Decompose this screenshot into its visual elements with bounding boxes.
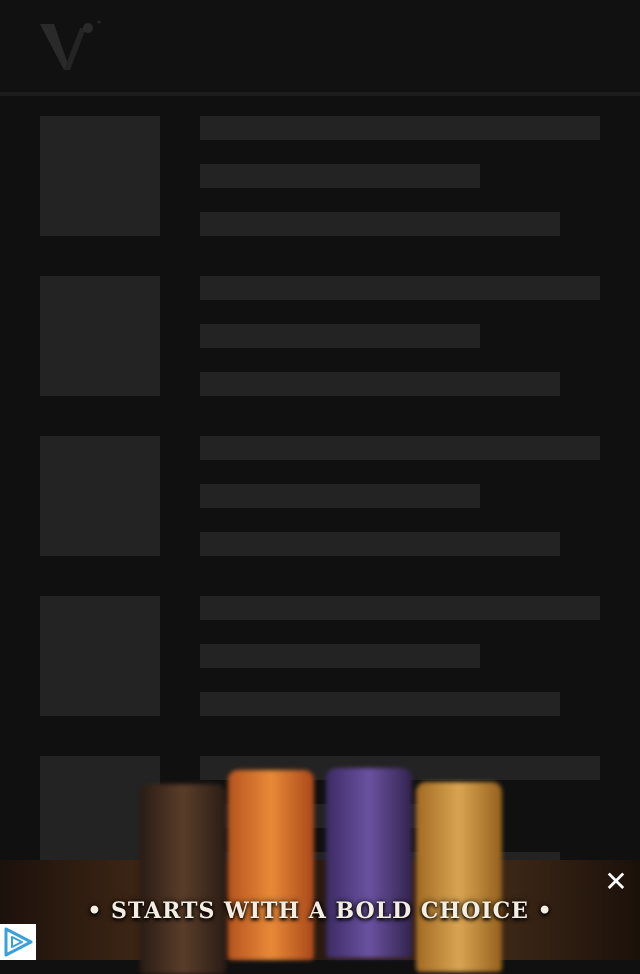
skeleton-line bbox=[200, 164, 480, 188]
v-logo-icon[interactable] bbox=[38, 18, 104, 74]
skeleton-line bbox=[200, 324, 480, 348]
ad-product-image[interactable] bbox=[140, 768, 510, 974]
ad-can-dark bbox=[140, 784, 226, 974]
skeleton-line bbox=[200, 596, 600, 620]
ad-can-purple bbox=[326, 768, 412, 958]
skeleton-line bbox=[200, 212, 560, 236]
header-divider bbox=[0, 92, 640, 96]
skeleton-line bbox=[200, 644, 480, 668]
app-header bbox=[0, 0, 640, 92]
banner-ad[interactable]: • STARTS WITH A BOLD CHOICE • ✕ bbox=[0, 768, 640, 974]
adchoices-play-icon[interactable] bbox=[0, 924, 36, 960]
skeleton-line bbox=[200, 372, 560, 396]
skeleton-line bbox=[200, 276, 600, 300]
skeleton-row bbox=[40, 276, 600, 396]
close-icon[interactable]: ✕ bbox=[604, 868, 628, 896]
skeleton-line bbox=[200, 532, 560, 556]
skeleton-row bbox=[40, 116, 600, 236]
skeleton-thumbnail bbox=[40, 436, 160, 556]
ad-can-orange bbox=[228, 770, 314, 960]
skeleton-line bbox=[200, 116, 600, 140]
skeleton-line bbox=[200, 692, 560, 716]
skeleton-thumbnail bbox=[40, 596, 160, 716]
skeleton-thumbnail bbox=[40, 116, 160, 236]
skeleton-row bbox=[40, 436, 600, 556]
skeleton-thumbnail bbox=[40, 276, 160, 396]
ad-tagline[interactable]: • STARTS WITH A BOLD CHOICE • bbox=[0, 898, 640, 924]
skeleton-line bbox=[200, 484, 480, 508]
skeleton-line bbox=[200, 436, 600, 460]
skeleton-row bbox=[40, 596, 600, 716]
ad-can-gold bbox=[416, 782, 502, 972]
